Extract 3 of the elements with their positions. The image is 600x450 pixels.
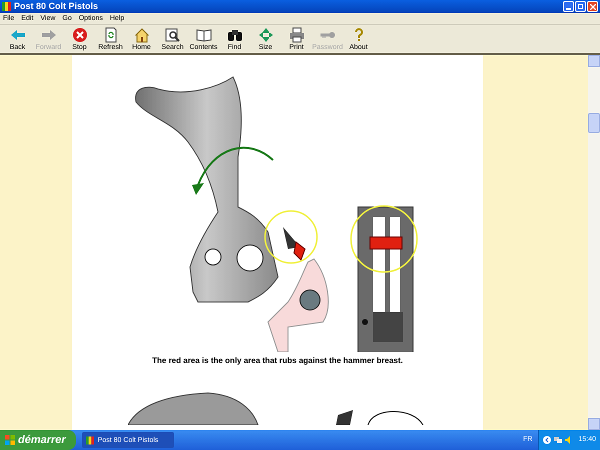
window-title: Post 80 Colt Pistols (14, 2, 98, 11)
start-button[interactable]: démarrer (0, 430, 76, 450)
figure-caption: The red area is the only area that rubs against the hammer breast. (152, 355, 403, 367)
